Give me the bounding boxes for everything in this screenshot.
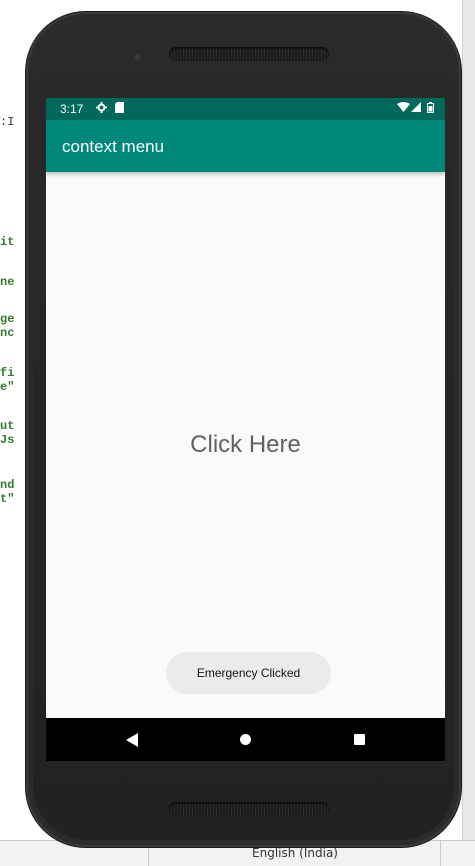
click-here-label[interactable]: Click Here bbox=[46, 431, 445, 459]
app-toolbar: context menu bbox=[46, 120, 445, 172]
earpiece-speaker bbox=[169, 47, 329, 61]
toast-message: Emergency Clicked bbox=[166, 652, 331, 694]
android-navigation-bar bbox=[46, 718, 445, 761]
recents-icon[interactable] bbox=[354, 734, 365, 745]
code-fragment: fi bbox=[0, 366, 15, 380]
code-fragment: nc bbox=[0, 326, 15, 340]
code-fragment: ne bbox=[0, 275, 15, 289]
device-screen: 3:17 context menu Click Here Emergency C… bbox=[46, 98, 445, 761]
front-camera-icon bbox=[134, 54, 140, 60]
code-fragment: ge bbox=[0, 312, 15, 326]
back-icon[interactable] bbox=[126, 733, 138, 747]
status-time: 3:17 bbox=[60, 102, 84, 116]
bottom-speaker bbox=[169, 802, 329, 816]
input-language-indicator[interactable]: English (India) bbox=[150, 846, 440, 860]
home-icon[interactable] bbox=[240, 734, 251, 745]
signal-icon bbox=[411, 102, 421, 116]
android-status-bar: 3:17 bbox=[46, 98, 445, 120]
code-fragment: e" bbox=[0, 380, 15, 394]
code-fragment: Js bbox=[0, 433, 15, 447]
wifi-icon bbox=[397, 102, 410, 116]
ide-scrollbar[interactable] bbox=[462, 0, 475, 840]
code-fragment: nd bbox=[0, 478, 15, 492]
battery-icon bbox=[427, 102, 434, 116]
code-fragment: t" bbox=[0, 492, 15, 506]
gear-icon bbox=[96, 102, 107, 116]
app-title: context menu bbox=[62, 137, 165, 156]
status-separator bbox=[440, 841, 441, 866]
code-fragment: :I bbox=[0, 115, 15, 129]
sd-card-icon bbox=[115, 102, 124, 116]
code-fragment: it bbox=[0, 235, 15, 249]
code-fragment: ut bbox=[0, 419, 15, 433]
